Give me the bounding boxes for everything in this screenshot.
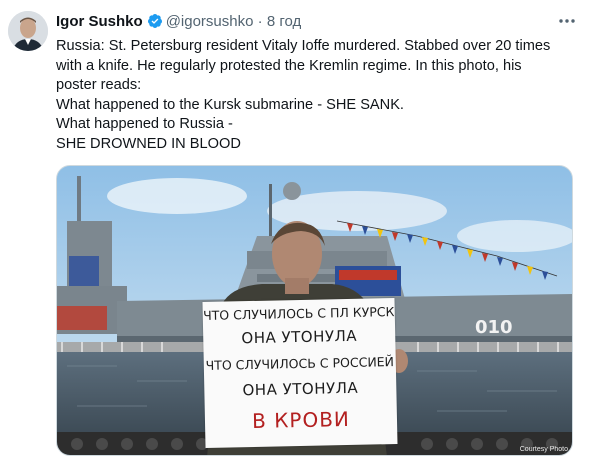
verified-badge-icon [147, 14, 162, 28]
tweet-text-line: What happened to Russia - [56, 116, 233, 133]
tweet-text-line: What happened to the Kursk submarine - S… [56, 96, 404, 113]
sign-line: ЧТО СЛУЧИЛОСЬ С РОССИЕЙ [205, 354, 395, 373]
tweet-time[interactable]: 8 год [267, 13, 301, 30]
tweet-text-line: Russia: St. Petersburg resident Vitaly I… [56, 38, 551, 54]
tweet-photo[interactable]: 010 ЧТО СЛУЧИЛОСЬ С ПЛ КУРСК ОНА УТОНУЛА… [56, 165, 573, 456]
tweet-text-line: poster reads: [56, 77, 142, 94]
sign-line: ОНА УТОНУЛА [242, 378, 359, 400]
tweet-text-line: with a knife. He regularly protested the… [56, 57, 522, 74]
tweet-text: Russia: St. Petersburg resident Vitaly I… [56, 37, 576, 155]
tweet-text-line: SHE DROWNED IN BLOOD [56, 135, 241, 152]
author-avatar[interactable] [8, 11, 48, 51]
tweet-header: Igor Sushko @igorsushko · 8 год [56, 13, 581, 33]
hull-number: 010 [475, 317, 513, 338]
author-name[interactable]: Igor Sushko [56, 13, 143, 30]
sign-line: ОНА УТОНУЛА [241, 326, 358, 348]
sign-line: ЧТО СЛУЧИЛОСЬ С ПЛ КУРСК [202, 304, 395, 324]
separator-dot: · [257, 13, 263, 30]
sign-line-red: В КРОВИ [251, 406, 351, 434]
photo-credit: Courtesy Photo [519, 446, 568, 453]
author-handle[interactable]: @igorsushko [166, 13, 254, 30]
more-options-icon[interactable] [555, 11, 579, 31]
protest-sign: ЧТО СЛУЧИЛОСЬ С ПЛ КУРСК ОНА УТОНУЛА ЧТО… [202, 298, 398, 448]
